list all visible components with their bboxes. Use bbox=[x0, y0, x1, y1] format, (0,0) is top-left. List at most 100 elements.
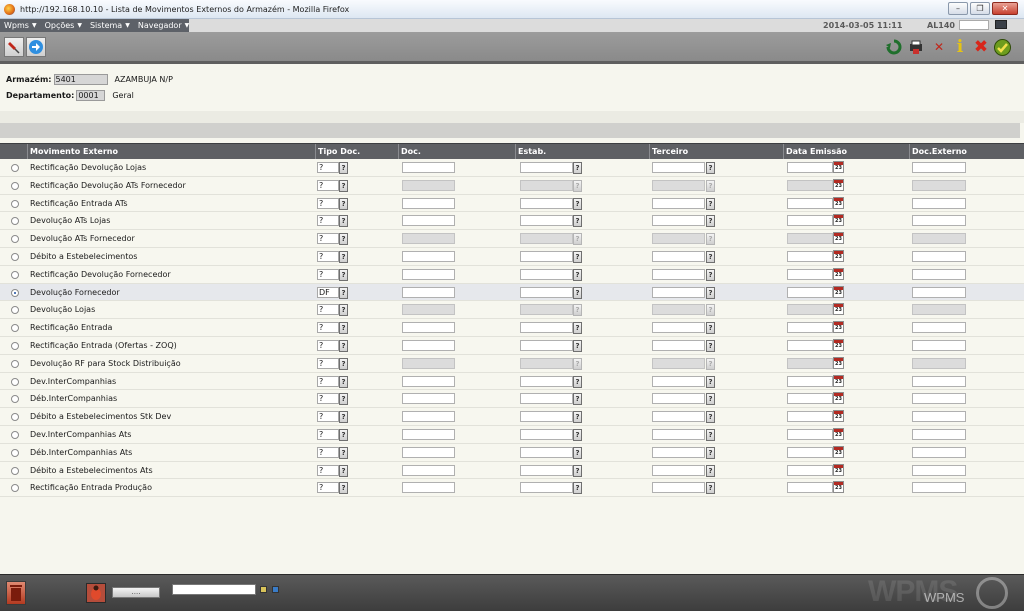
doc-field[interactable] bbox=[402, 339, 455, 351]
tipo-doc-field[interactable]: ? bbox=[317, 357, 339, 369]
data-emissao-field[interactable] bbox=[787, 339, 833, 351]
doc-field[interactable] bbox=[402, 428, 455, 440]
calendar-icon[interactable] bbox=[833, 374, 844, 387]
doc-externo-field[interactable] bbox=[912, 286, 966, 298]
calendar-icon[interactable] bbox=[833, 481, 844, 494]
estab-field[interactable] bbox=[520, 322, 573, 334]
doc-externo-field[interactable] bbox=[912, 250, 966, 262]
menu-navegador[interactable]: Navegador ▼ bbox=[138, 21, 189, 30]
estab-field[interactable] bbox=[520, 464, 573, 476]
more-button[interactable]: .... bbox=[112, 587, 160, 598]
close-window-button[interactable]: ✕ bbox=[992, 2, 1018, 15]
terceiro-lookup-button[interactable]: ? bbox=[706, 411, 715, 424]
doc-field[interactable] bbox=[402, 322, 455, 334]
data-emissao-field[interactable] bbox=[787, 322, 833, 334]
tipo-doc-lookup-button[interactable]: ? bbox=[339, 357, 348, 370]
doc-externo-field[interactable] bbox=[912, 464, 966, 476]
departamento-code-field[interactable]: 0001 bbox=[76, 90, 106, 101]
doc-field[interactable] bbox=[402, 482, 455, 494]
calendar-icon[interactable] bbox=[833, 161, 844, 173]
data-emissao-field[interactable] bbox=[787, 375, 833, 387]
terceiro-field[interactable] bbox=[652, 446, 705, 458]
terceiro-lookup-button[interactable]: ? bbox=[706, 428, 715, 441]
tipo-doc-lookup-button[interactable]: ? bbox=[339, 446, 348, 459]
terceiro-field[interactable] bbox=[652, 322, 705, 334]
tipo-doc-field[interactable]: ? bbox=[317, 375, 339, 387]
data-emissao-field[interactable] bbox=[787, 411, 833, 423]
row-select-radio[interactable] bbox=[11, 164, 19, 172]
estab-lookup-button[interactable]: ? bbox=[573, 375, 582, 388]
table-row[interactable]: Débito a Estebelecimentos???? bbox=[0, 247, 1024, 266]
data-emissao-field[interactable] bbox=[787, 428, 833, 440]
estab-lookup-button[interactable]: ? bbox=[573, 215, 582, 228]
tipo-doc-field[interactable]: ? bbox=[317, 179, 339, 191]
tipo-doc-lookup-button[interactable]: ? bbox=[339, 268, 348, 281]
terceiro-lookup-button[interactable]: ? bbox=[706, 446, 715, 459]
terceiro-lookup-button[interactable]: ? bbox=[706, 375, 715, 388]
calendar-icon[interactable] bbox=[833, 232, 844, 245]
table-row[interactable]: Dev.InterCompanhias???? bbox=[0, 372, 1024, 391]
table-row[interactable]: Devolução ATs Fornecedor???? bbox=[0, 230, 1024, 248]
estab-lookup-button[interactable]: ? bbox=[573, 250, 582, 263]
table-row[interactable]: Débito a Estebelecimentos Stk Dev???? bbox=[0, 408, 1024, 426]
estab-field[interactable] bbox=[520, 250, 573, 262]
table-row[interactable]: Rectificação Entrada Produção???? bbox=[0, 479, 1024, 498]
calendar-icon[interactable] bbox=[833, 338, 844, 351]
terceiro-field[interactable] bbox=[652, 339, 705, 351]
row-select-radio[interactable] bbox=[11, 270, 19, 279]
estab-lookup-button[interactable]: ? bbox=[573, 482, 582, 495]
tipo-doc-lookup-button[interactable]: ? bbox=[339, 411, 348, 424]
estab-field[interactable] bbox=[520, 286, 573, 298]
terceiro-lookup-button[interactable]: ? bbox=[706, 268, 715, 281]
tipo-doc-field[interactable]: ? bbox=[317, 304, 339, 316]
table-row[interactable]: Devolução ATs Lojas???? bbox=[0, 212, 1024, 231]
monitor-icon[interactable] bbox=[995, 20, 1007, 29]
calendar-icon[interactable] bbox=[833, 463, 844, 476]
tipo-doc-field[interactable]: ? bbox=[317, 322, 339, 334]
estab-lookup-button[interactable]: ? bbox=[573, 428, 582, 441]
calendar-icon[interactable] bbox=[833, 303, 844, 316]
row-select-radio[interactable] bbox=[11, 199, 19, 208]
row-select-radio[interactable] bbox=[11, 359, 19, 368]
table-row[interactable]: Rectificação Entrada ATs???? bbox=[0, 194, 1024, 213]
tipo-doc-field[interactable]: ? bbox=[317, 428, 339, 440]
doc-externo-field[interactable] bbox=[912, 411, 966, 423]
terceiro-field[interactable] bbox=[652, 411, 705, 423]
estab-lookup-button[interactable]: ? bbox=[573, 197, 582, 210]
trash-button[interactable] bbox=[6, 581, 26, 605]
table-row[interactable]: Déb.InterCompanhias???? bbox=[0, 390, 1024, 409]
doc-externo-field[interactable] bbox=[912, 428, 966, 440]
estab-field[interactable] bbox=[520, 339, 573, 351]
menu-opcoes[interactable]: Opções ▼ bbox=[45, 21, 82, 30]
row-select-radio[interactable] bbox=[11, 306, 19, 315]
debug-button[interactable] bbox=[86, 583, 106, 603]
tipo-doc-field[interactable]: ? bbox=[317, 411, 339, 423]
data-emissao-field[interactable] bbox=[787, 215, 833, 227]
estab-field[interactable] bbox=[520, 411, 573, 423]
tipo-doc-field[interactable]: ? bbox=[317, 446, 339, 458]
tipo-doc-field[interactable]: ? bbox=[317, 339, 339, 351]
estab-lookup-button[interactable]: ? bbox=[573, 268, 582, 281]
estab-field[interactable] bbox=[520, 375, 573, 387]
restore-button[interactable]: ❐ bbox=[970, 2, 990, 15]
data-emissao-field[interactable] bbox=[787, 162, 833, 173]
terceiro-lookup-button[interactable]: ? bbox=[706, 215, 715, 228]
table-row[interactable]: Devolução Lojas???? bbox=[0, 301, 1024, 320]
estab-field[interactable] bbox=[520, 268, 573, 280]
print-icon[interactable] bbox=[907, 38, 925, 56]
row-select-radio[interactable] bbox=[11, 324, 19, 333]
calendar-icon[interactable] bbox=[833, 249, 844, 262]
data-emissao-field[interactable] bbox=[787, 482, 833, 494]
tipo-doc-lookup-button[interactable]: ? bbox=[339, 286, 348, 299]
estab-lookup-button[interactable]: ? bbox=[573, 446, 582, 459]
calendar-icon[interactable] bbox=[833, 285, 844, 298]
terceiro-field[interactable] bbox=[652, 250, 705, 262]
tipo-doc-lookup-button[interactable]: ? bbox=[339, 482, 348, 495]
doc-externo-field[interactable] bbox=[912, 268, 966, 280]
row-select-radio[interactable] bbox=[11, 413, 19, 422]
close-icon[interactable]: ✖ bbox=[972, 37, 990, 57]
tipo-doc-lookup-button[interactable]: ? bbox=[339, 393, 348, 406]
table-row[interactable]: Rectificação Entrada???? bbox=[0, 319, 1024, 337]
table-row[interactable]: Devolução RF para Stock Distribuição???? bbox=[0, 354, 1024, 373]
tipo-doc-field[interactable]: ? bbox=[317, 464, 339, 476]
